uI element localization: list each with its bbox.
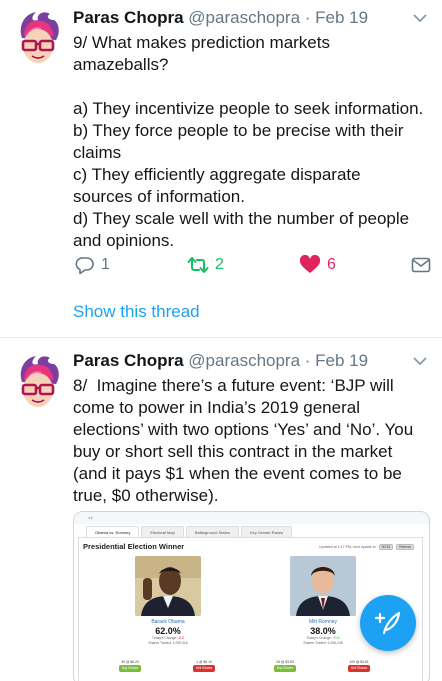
separator: · (300, 351, 316, 370)
like-count: 6 (327, 256, 336, 273)
buy-price: 26 @ $3.83 (276, 660, 294, 664)
sell-shares-button: Sell Shares (348, 665, 370, 672)
embed-updated: Updated at 1:17 PM, next update in 00:34… (319, 544, 414, 550)
separator: · (300, 8, 316, 27)
retweet-icon (187, 257, 209, 273)
tweet-header: Paras Chopra @paraschopra · Feb 19 (73, 8, 368, 28)
author-name[interactable]: Paras Chopra (73, 351, 184, 370)
compose-tweet-button[interactable] (360, 595, 416, 651)
change-label: Today's Change: (152, 636, 178, 640)
avatar-logo-icon (20, 12, 59, 63)
candidate-name: Barack Obama (151, 619, 185, 625)
candidate-traded: Shares Traded: 1,059,316 (131, 641, 205, 646)
compose-tweet-icon (374, 611, 401, 635)
tweet-date[interactable]: Feb 19 (315, 351, 368, 370)
embed-title: Presidential Election Winner (83, 542, 185, 551)
buy-shares-button: Buy Shares (274, 665, 296, 672)
candidate-name: Mitt Romney (308, 619, 338, 625)
sell-price: 100 @ $3.81 (349, 660, 369, 664)
heart-icon (299, 255, 321, 273)
candidate-traded: Shares Traded: 1,006,245 (286, 641, 360, 646)
tweet-header: Paras Chopra @paraschopra · Feb 19 (73, 351, 368, 371)
traded-label: Shares Traded: (303, 641, 327, 645)
reply-icon (75, 257, 94, 275)
change-value: -0.2 (178, 636, 184, 640)
avatar[interactable] (14, 8, 62, 68)
tweet-actions: 1 2 6 (73, 253, 433, 277)
candidate-trade: 26 @ $3.83 Buy Shares 100 @ $3.81 Sell S… (274, 660, 370, 672)
candidate-trade: 30 @ $6.20 Buy Shares 1 @ $6.10 Sell Sha… (119, 660, 215, 672)
candidate-photo (135, 556, 201, 616)
candidate-card: Barack Obama 62.0% Today's Change: -0.2 … (119, 556, 215, 672)
chevron-down-icon (413, 14, 427, 23)
traded-value: 1,006,245 (327, 641, 343, 645)
retweet-count: 2 (215, 256, 224, 273)
avatar[interactable] (14, 352, 62, 412)
sell-price: 1 @ $6.10 (196, 660, 212, 664)
tweet-image[interactable]: ◂ ▸ Obama vs. Romney Electoral Map Battl… (73, 511, 430, 681)
traded-value: 1,059,316 (172, 641, 188, 645)
buy-price: 30 @ $6.20 (121, 660, 139, 664)
sell-shares-button: Sell Shares (193, 665, 215, 672)
chevron-down-icon (413, 357, 427, 366)
author-handle[interactable]: @paraschopra (188, 351, 300, 370)
author-handle[interactable]: @paraschopra (188, 8, 300, 27)
candidate-photo-graphic (290, 556, 356, 616)
tweet-menu-button[interactable] (412, 354, 428, 366)
embed-updated-text: Updated at 1:17 PM, next update in (319, 545, 376, 549)
change-value: +0.3 (332, 636, 340, 640)
change-label: Today's Change: (306, 636, 332, 640)
buy-shares-button: Buy Shares (119, 665, 141, 672)
show-thread-link[interactable]: Show this thread (73, 302, 200, 322)
reply-button[interactable]: 1 (75, 253, 110, 277)
tweet-date[interactable]: Feb 19 (315, 8, 368, 27)
embed-url-bar: ◂ ▸ (74, 512, 429, 524)
traded-label: Shares Traded: (148, 641, 172, 645)
candidate-percent: 62.0% (155, 626, 181, 636)
candidate-photo (290, 556, 356, 616)
tweet-menu-button[interactable] (412, 11, 428, 23)
direct-message-button[interactable] (411, 253, 431, 277)
avatar-logo-icon (20, 356, 59, 407)
embed-countdown: 00:34 (378, 544, 394, 550)
candidate-photo-graphic (135, 556, 201, 616)
message-icon (411, 257, 431, 273)
embed-refresh: Refresh (396, 544, 414, 550)
tweet-text: 8/ Imagine there’s a future event: ‘BJP … (73, 376, 414, 505)
tweet[interactable]: Paras Chopra @paraschopra · Feb 19 9/ Wh… (0, 0, 442, 338)
reply-count: 1 (101, 256, 110, 273)
tweet-text: 9/ What makes prediction markets amazeba… (73, 33, 424, 250)
retweet-button[interactable]: 2 (187, 253, 224, 277)
like-button[interactable]: 6 (299, 253, 336, 277)
author-name[interactable]: Paras Chopra (73, 8, 184, 27)
candidate-percent: 38.0% (310, 626, 336, 636)
candidate-card: Mitt Romney 38.0% Today's Change: +0.3 S… (274, 556, 370, 672)
